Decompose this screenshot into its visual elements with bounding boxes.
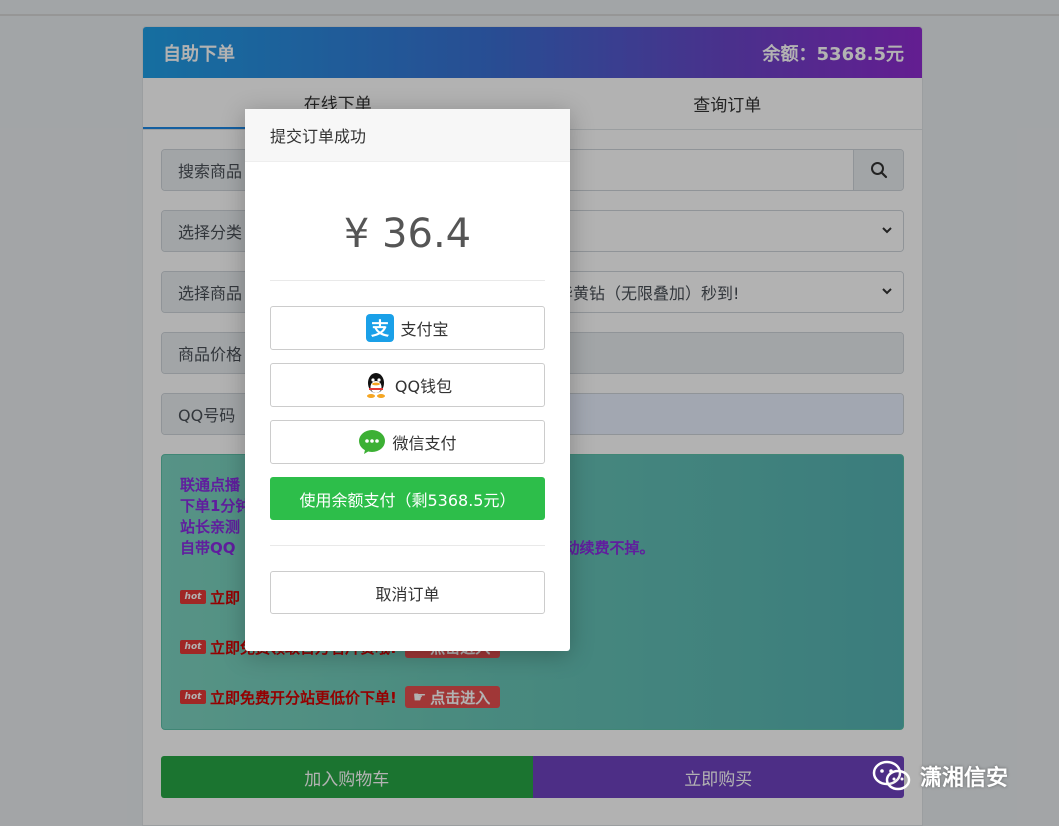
watermark-text: 潇湘信安 — [920, 766, 1009, 791]
wechat-icon — [872, 760, 911, 791]
qq-icon — [363, 371, 389, 399]
wechat-icon — [358, 429, 386, 455]
qq-wallet-button[interactable]: QQ钱包 — [270, 363, 545, 407]
payment-modal: 提交订单成功 ¥ 36.4 支 支付宝 QQ钱包 微信支付 使用余额支付（剩53… — [245, 109, 570, 651]
svg-text:支: 支 — [370, 318, 390, 340]
alipay-button[interactable]: 支 支付宝 — [270, 306, 545, 350]
alipay-icon: 支 — [366, 314, 395, 342]
divider — [270, 280, 545, 281]
watermark: 潇湘信安 — [872, 760, 1008, 792]
alipay-label: 支付宝 — [400, 320, 449, 339]
order-amount: ¥ 36.4 — [343, 211, 472, 257]
balance-pay-button[interactable]: 使用余额支付（剩5368.5元） — [270, 477, 545, 520]
divider — [270, 545, 545, 546]
wechat-pay-button[interactable]: 微信支付 — [270, 420, 545, 464]
cancel-order-button[interactable]: 取消订单 — [270, 571, 545, 614]
qq-wallet-label: QQ钱包 — [394, 377, 453, 396]
modal-title: 提交订单成功 — [245, 109, 570, 162]
wechat-pay-label: 微信支付 — [392, 434, 457, 453]
